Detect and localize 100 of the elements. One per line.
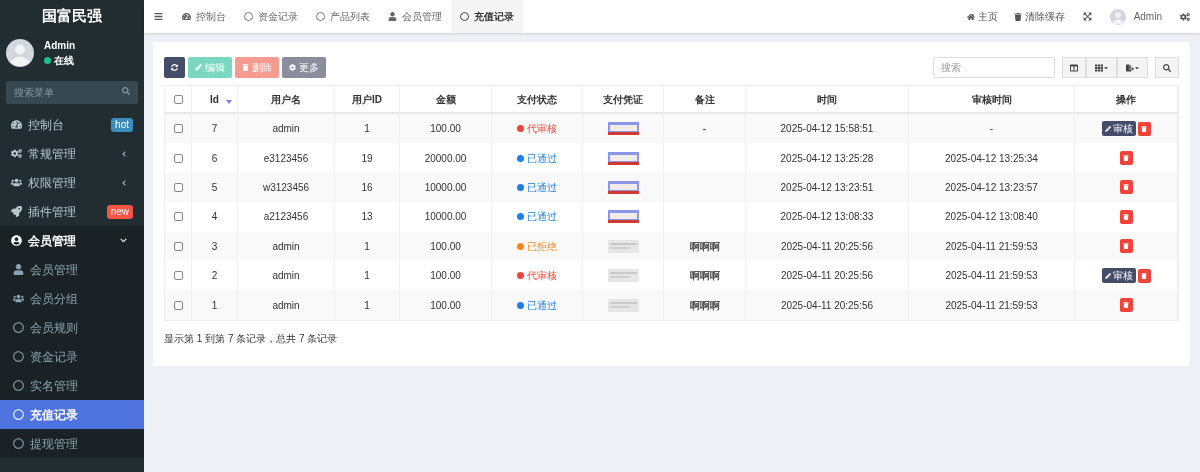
sidebar-item[interactable]: 常规管理 <box>0 139 144 168</box>
table-cell-text: 2025-04-11 21:59:53 <box>945 269 1038 284</box>
pencil-icon <box>1104 125 1111 132</box>
voucher-thumbnail <box>607 239 639 253</box>
table-cell-text: 10000.00 <box>424 210 467 225</box>
status-text: 代审核 <box>527 269 557 284</box>
table-cell-text: - <box>989 122 994 137</box>
row-checkbox[interactable] <box>173 271 183 281</box>
avatar-icon <box>1109 8 1126 25</box>
voucher-thumbnail <box>607 210 639 224</box>
rocket-icon <box>11 206 22 217</box>
column-header[interactable]: 用户ID <box>352 91 382 107</box>
search-icon <box>122 87 130 95</box>
sidebar-item[interactable]: 提现管理 <box>0 429 144 458</box>
nav-user-name[interactable]: Admin <box>1133 9 1162 24</box>
sidebar-item[interactable]: 权限管理 <box>0 168 144 197</box>
row-checkbox[interactable] <box>173 182 183 192</box>
status-text: 代审核 <box>527 122 557 137</box>
table-cell-text: 啊啊啊 <box>689 239 720 254</box>
review-button[interactable]: 审核 <box>1101 121 1136 137</box>
table-cell-text: 2025-04-12 13:25:34 <box>945 151 1038 166</box>
table-cell-text: 5 <box>211 180 218 195</box>
column-header[interactable]: 支付状态 <box>517 91 557 107</box>
row-checkbox[interactable] <box>173 241 183 251</box>
table-cell-text: 10000.00 <box>424 180 467 195</box>
nav-link[interactable]: 清除缓存 <box>1005 9 1073 24</box>
table-cell-text: a2123456 <box>263 210 309 225</box>
review-button[interactable]: 审核 <box>1101 268 1136 284</box>
row-checkbox[interactable] <box>173 300 183 310</box>
delete-button[interactable] <box>1119 239 1133 254</box>
delete-button[interactable] <box>1119 209 1133 224</box>
delete-button[interactable] <box>1137 268 1151 283</box>
settings-icon[interactable] <box>1180 11 1190 22</box>
nav-tab[interactable]: 控制台 <box>173 0 235 33</box>
table-cell-text: 1 <box>364 122 370 137</box>
table-cell-text: 2 <box>211 269 218 284</box>
refresh-icon <box>171 64 178 71</box>
status-text: 已拒绝 <box>527 239 557 254</box>
table-cell-text: 13 <box>361 210 373 225</box>
nav-tab[interactable]: 充值记录 <box>451 0 523 33</box>
table-cell-text: 1 <box>211 298 218 313</box>
users-icon <box>11 177 22 188</box>
column-header[interactable]: Id <box>210 91 219 107</box>
sidebar-item[interactable]: 会员管理 <box>0 255 144 284</box>
sidebar-item[interactable]: 控制台 hot <box>0 110 144 139</box>
table-cell-text: 4 <box>211 210 218 225</box>
table-cell-text: 2025-04-11 20:25:56 <box>780 298 874 313</box>
column-header[interactable]: 金额 <box>435 91 456 107</box>
sidebar-item[interactable]: 会员规则 <box>0 313 144 342</box>
delete-button[interactable] <box>1137 121 1151 136</box>
sidebar-item[interactable]: 会员管理 <box>0 226 144 255</box>
column-header[interactable]: 审核时间 <box>971 91 1012 107</box>
table-cell-text: 100.00 <box>430 298 461 313</box>
table-cell-text: 2025-04-11 20:25:56 <box>780 269 874 284</box>
column-header[interactable]: 支付凭证 <box>603 91 643 107</box>
trash-icon <box>242 64 249 71</box>
trash-icon <box>1141 272 1147 279</box>
select-all-checkbox[interactable] <box>173 94 183 104</box>
sidebar-item[interactable]: 会员分组 <box>0 284 144 313</box>
column-header[interactable]: 备注 <box>694 91 715 107</box>
voucher-thumbnail <box>607 269 639 283</box>
delete-button[interactable] <box>1119 298 1133 313</box>
delete-button[interactable] <box>1119 151 1133 166</box>
fullscreen-icon[interactable] <box>1082 12 1092 21</box>
nav-tab[interactable]: 资金记录 <box>235 0 307 33</box>
toggle-view-button[interactable] <box>1062 57 1086 78</box>
columns-dropdown-button[interactable] <box>1086 57 1117 78</box>
nav-link[interactable]: 主页 <box>958 9 1006 24</box>
nav-tab[interactable]: 产品列表 <box>307 0 379 33</box>
delete-button[interactable] <box>1119 180 1133 195</box>
column-header[interactable]: 用户名 <box>271 91 301 107</box>
pencil-icon <box>1104 272 1111 279</box>
column-header[interactable]: 操作 <box>1116 91 1136 107</box>
avatar-icon <box>6 39 34 67</box>
column-header[interactable]: 时间 <box>817 91 837 107</box>
table-cell-text: 2025-04-12 13:23:51 <box>780 180 874 195</box>
table-cell-text: 2025-04-12 13:08:40 <box>945 210 1038 225</box>
sidebar-item[interactable]: 实名管理 <box>0 371 144 400</box>
row-checkbox[interactable] <box>173 124 183 134</box>
status-text: 已通过 <box>527 180 557 195</box>
row-checkbox[interactable] <box>173 153 183 163</box>
table-cell-text: admin <box>272 298 300 313</box>
search-button[interactable] <box>1155 57 1179 78</box>
search-field[interactable]: 搜索菜单 <box>6 81 138 104</box>
row-checkbox[interactable] <box>173 212 183 222</box>
voucher-thumbnail <box>607 298 639 312</box>
caret-icon <box>1133 64 1140 71</box>
sidebar-item[interactable]: 插件管理 new <box>0 197 144 226</box>
trash-icon <box>1123 213 1129 220</box>
export-dropdown-button[interactable] <box>1117 57 1148 78</box>
table-cell-text: admin <box>272 239 300 254</box>
trash-icon <box>1141 125 1147 132</box>
nav-tab[interactable]: 会员管理 <box>379 0 451 33</box>
sidebar-item[interactable]: 充值记录 <box>0 400 144 429</box>
table-cell-text: admin <box>272 122 300 137</box>
search-field[interactable]: 搜索 <box>933 57 1055 78</box>
menu-icon[interactable] <box>154 12 163 21</box>
sidebar-item[interactable]: 资金记录 <box>0 342 144 371</box>
table-cell-text: 2025-04-11 21:59:53 <box>945 239 1038 254</box>
refresh-button[interactable] <box>164 57 185 78</box>
